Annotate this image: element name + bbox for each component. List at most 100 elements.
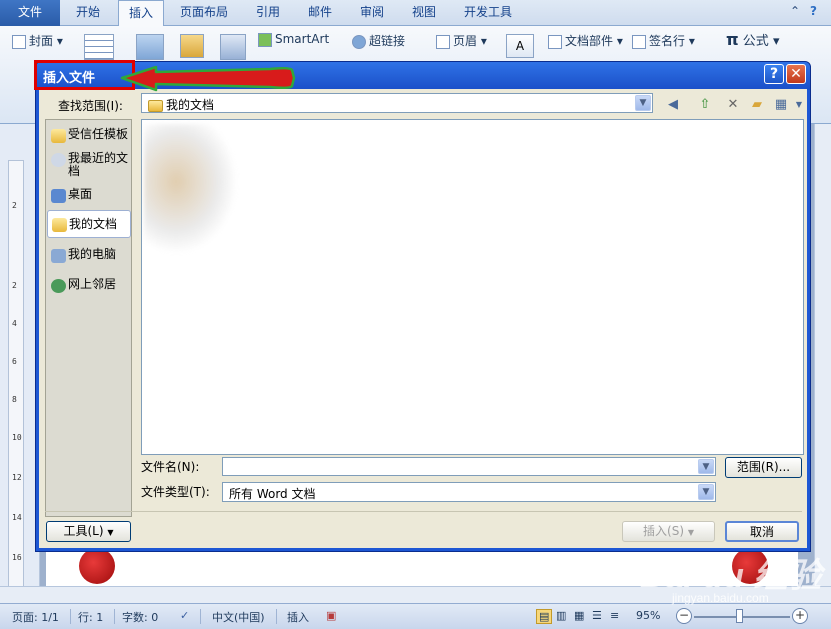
help-icon[interactable]: ? <box>810 4 817 18</box>
ruler-mark: 16 <box>12 553 22 562</box>
desktop-icon <box>51 189 66 203</box>
delete-icon[interactable]: ✕ <box>724 96 742 114</box>
tab-page-layout[interactable]: 页面布局 <box>170 0 238 26</box>
tab-view[interactable]: 视图 <box>402 0 446 26</box>
signature-line-button[interactable]: 签名行 ▾ <box>632 32 695 49</box>
separator <box>200 609 201 624</box>
new-folder-icon[interactable]: ▰ <box>748 96 766 114</box>
ruler-mark: 14 <box>12 513 22 522</box>
insert-mode[interactable]: 插入 <box>287 609 309 625</box>
ruler-mark: 6 <box>12 357 17 366</box>
filetype-value: 所有 Word 文档 <box>229 487 316 501</box>
up-folder-icon[interactable]: ⇧ <box>696 96 714 114</box>
separator <box>276 609 277 624</box>
tab-home[interactable]: 开始 <box>66 0 110 26</box>
filetype-label: 文件类型(T): <box>141 485 210 499</box>
vertical-scrollbar[interactable] <box>814 124 831 586</box>
macro-record-icon[interactable]: ▣ <box>326 609 336 622</box>
place-my-documents[interactable]: 我的文档 <box>47 210 131 238</box>
tab-developer[interactable]: 开发工具 <box>454 0 522 26</box>
ruler-mark: 8 <box>12 395 17 404</box>
place-desktop[interactable]: 桌面 <box>47 188 131 203</box>
views-icon[interactable]: ▦ <box>772 96 790 114</box>
look-in-dropdown[interactable]: 我的文档 ▼ <box>141 93 653 113</box>
ruler-mark: 4 <box>12 319 17 328</box>
insert-button[interactable]: 插入(S) ▼ <box>622 521 715 542</box>
my-computer-icon <box>51 249 66 263</box>
tab-insert[interactable]: 插入 <box>118 0 165 27</box>
ribbon-tab-bar: 文件 开始 插入 页面布局 引用 邮件 审阅 视图 开发工具 ⌃ ? <box>0 0 831 27</box>
page-count[interactable]: 页面: 1/1 <box>12 609 59 625</box>
tools-button[interactable]: 工具(L) ▼ <box>46 521 131 542</box>
picture-button[interactable] <box>136 34 164 60</box>
tab-mailings[interactable]: 邮件 <box>298 0 342 26</box>
tab-references[interactable]: 引用 <box>246 0 290 26</box>
language[interactable]: 中文(中国) <box>212 609 265 625</box>
my-documents-icon <box>52 218 67 232</box>
zoom-level[interactable]: 95% <box>636 609 660 622</box>
minimize-ribbon-icon[interactable]: ⌃ <box>790 4 800 18</box>
chevron-down-icon: ▼ <box>635 95 651 111</box>
watermark-logo: Bai du 经验 <box>640 557 822 595</box>
table-button[interactable] <box>84 34 114 60</box>
tools-label: 工具(L) <box>63 524 104 538</box>
tab-review[interactable]: 审阅 <box>350 0 394 26</box>
range-button[interactable]: 范围(R)... <box>725 457 802 478</box>
word-count[interactable]: 字数: 0 <box>122 609 158 625</box>
place-trusted-templates[interactable]: 受信任模板 <box>47 128 131 143</box>
chevron-down-icon: ▼ <box>687 528 694 537</box>
chevron-down-icon: ▼ <box>698 459 714 474</box>
equation-label: 公式 <box>742 34 769 49</box>
web-layout-icon[interactable]: ▦ <box>574 609 584 622</box>
places-bar: 受信任模板 我最近的文档 桌面 我的文档 我的电脑 网上邻居 <box>45 119 132 517</box>
views-dropdown-icon[interactable]: ▼ <box>790 96 808 114</box>
header-label: 页眉 <box>453 34 478 48</box>
header-icon <box>436 34 450 49</box>
clip-art-button[interactable] <box>180 34 204 58</box>
zoom-slider-thumb[interactable] <box>736 609 743 623</box>
full-screen-reading-icon[interactable]: ▥ <box>556 609 566 622</box>
cover-page-label: 封面 <box>29 34 54 48</box>
shapes-button[interactable] <box>220 34 246 60</box>
hyperlink-label: 超链接 <box>369 34 406 48</box>
zoom-in-icon[interactable]: + <box>792 608 808 624</box>
smartart-button[interactable]: SmartArt <box>258 32 329 47</box>
blurred-file-item <box>144 124 236 252</box>
dialog-close-button[interactable]: ✕ <box>786 64 806 84</box>
chevron-down-icon: ▼ <box>107 528 114 537</box>
file-list[interactable] <box>141 119 804 455</box>
hyperlink-icon <box>352 34 366 49</box>
hyperlink-button[interactable]: 超链接 <box>352 32 405 49</box>
filetype-dropdown[interactable]: 所有 Word 文档 ▼ <box>222 482 716 502</box>
filename-input[interactable]: ▼ <box>222 457 716 476</box>
outline-icon[interactable]: ☰ <box>592 609 602 622</box>
dialog-help-button[interactable]: ? <box>764 64 784 84</box>
place-recent-documents[interactable]: 我最近的文档 <box>47 152 131 178</box>
draft-icon[interactable]: ≡ <box>610 609 619 622</box>
apple-image <box>79 548 115 584</box>
cover-page-button[interactable]: 封面 ▾ <box>12 32 63 49</box>
proofing-icon[interactable]: ✓ <box>180 609 189 622</box>
signature-line-icon <box>632 34 646 49</box>
print-layout-icon[interactable]: ▤ <box>536 609 553 624</box>
folder-icon <box>51 129 66 143</box>
tab-file[interactable]: 文件 <box>0 0 60 26</box>
back-icon[interactable]: ◀ <box>664 96 682 114</box>
place-my-computer[interactable]: 我的电脑 <box>47 248 131 263</box>
text-box-button[interactable]: A <box>506 34 534 58</box>
chevron-down-icon: ▼ <box>698 484 714 500</box>
equation-button[interactable]: π 公式 ▾ <box>726 30 779 49</box>
zoom-out-icon[interactable]: − <box>676 608 692 624</box>
my-documents-icon <box>148 99 163 112</box>
ruler-mark: 2 <box>12 281 17 290</box>
line-number[interactable]: 行: 1 <box>78 609 103 625</box>
look-in-value: 我的文档 <box>148 96 214 113</box>
quick-parts-icon <box>548 34 562 49</box>
quick-parts-button[interactable]: 文档部件 ▾ <box>548 32 623 49</box>
separator <box>70 609 71 624</box>
cancel-button[interactable]: 取消 <box>725 521 799 542</box>
network-icon <box>51 279 66 293</box>
header-button[interactable]: 页眉 ▾ <box>436 32 487 49</box>
place-network[interactable]: 网上邻居 <box>47 278 131 293</box>
watermark-url: jingyan.baidu.com <box>672 591 769 605</box>
